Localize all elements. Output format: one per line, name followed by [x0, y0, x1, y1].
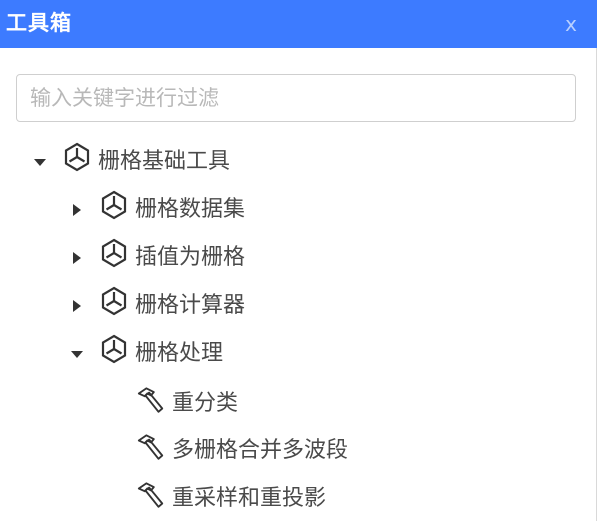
tool-item-merge-bands[interactable]: 多栅格合并多波段: [136, 431, 348, 471]
search-box: [16, 74, 576, 122]
hammer-icon: [136, 386, 166, 416]
hammer-icon: [136, 481, 166, 511]
toolbox-panel: 工具箱 x 栅格基础工具 栅格数据集 插值为栅格: [0, 0, 597, 521]
caret-right-icon[interactable]: [69, 202, 85, 218]
filter-input[interactable]: [17, 75, 575, 121]
tree-node-label: 插值为栅格: [135, 245, 246, 270]
tree-node-label: 栅格基础工具: [98, 149, 231, 174]
tool-label: 重分类: [172, 391, 239, 416]
tool-item-resample-reproject[interactable]: 重采样和重投影: [136, 479, 326, 519]
cube-icon: [99, 286, 129, 316]
tree-node-raster-dataset[interactable]: 栅格数据集: [69, 190, 245, 230]
tree-node-label: 栅格计算器: [135, 293, 246, 318]
tree-node-raster-processing[interactable]: 栅格处理: [69, 334, 223, 374]
caret-down-icon[interactable]: [32, 154, 48, 170]
tree-node-raster-calculator[interactable]: 栅格计算器: [69, 286, 245, 326]
toolbox-header: 工具箱 x: [0, 0, 597, 48]
tree-node-root[interactable]: 栅格基础工具: [32, 142, 230, 182]
caret-right-icon[interactable]: [69, 298, 85, 314]
tree-node-label: 栅格数据集: [135, 197, 246, 222]
toolbox-title: 工具箱: [6, 11, 72, 35]
tool-label: 重采样和重投影: [172, 486, 327, 511]
cube-icon: [99, 334, 129, 364]
cube-icon: [99, 238, 129, 268]
hammer-icon: [136, 433, 166, 463]
tool-item-reclassify[interactable]: 重分类: [136, 384, 238, 424]
cube-icon: [62, 142, 92, 172]
close-button[interactable]: x: [561, 12, 581, 36]
tool-label: 多栅格合并多波段: [172, 438, 349, 463]
tree-node-interpolate[interactable]: 插值为栅格: [69, 238, 245, 278]
cube-icon: [99, 190, 129, 220]
caret-right-icon[interactable]: [69, 250, 85, 266]
tree-node-label: 栅格处理: [135, 341, 224, 366]
caret-down-icon[interactable]: [69, 346, 85, 362]
